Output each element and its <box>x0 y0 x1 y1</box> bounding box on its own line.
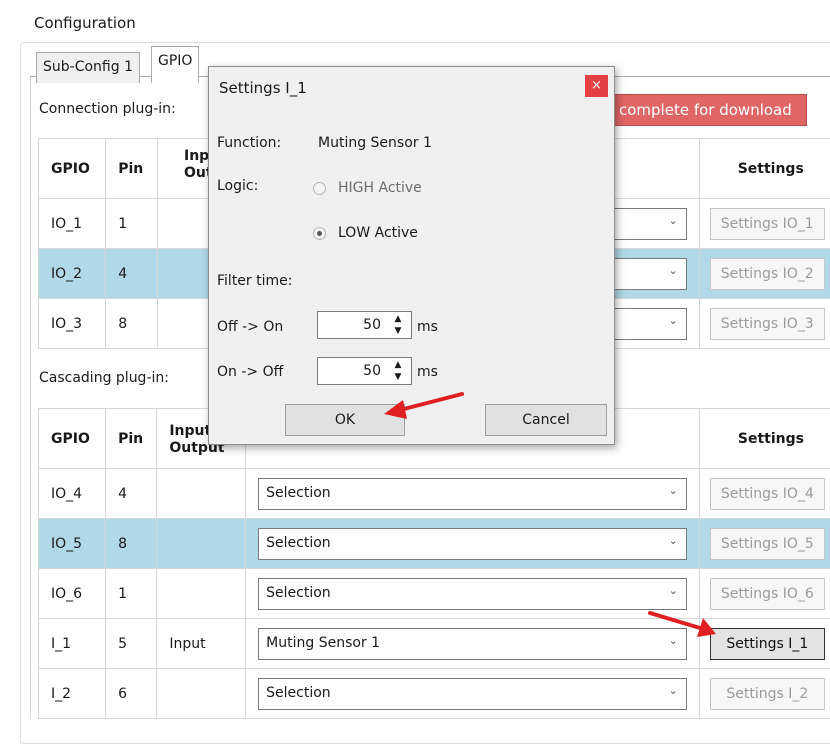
arrow-to-ok-icon <box>384 394 462 419</box>
arrow-to-settings-i1-icon <box>650 613 716 637</box>
annotation-arrows <box>0 0 830 719</box>
